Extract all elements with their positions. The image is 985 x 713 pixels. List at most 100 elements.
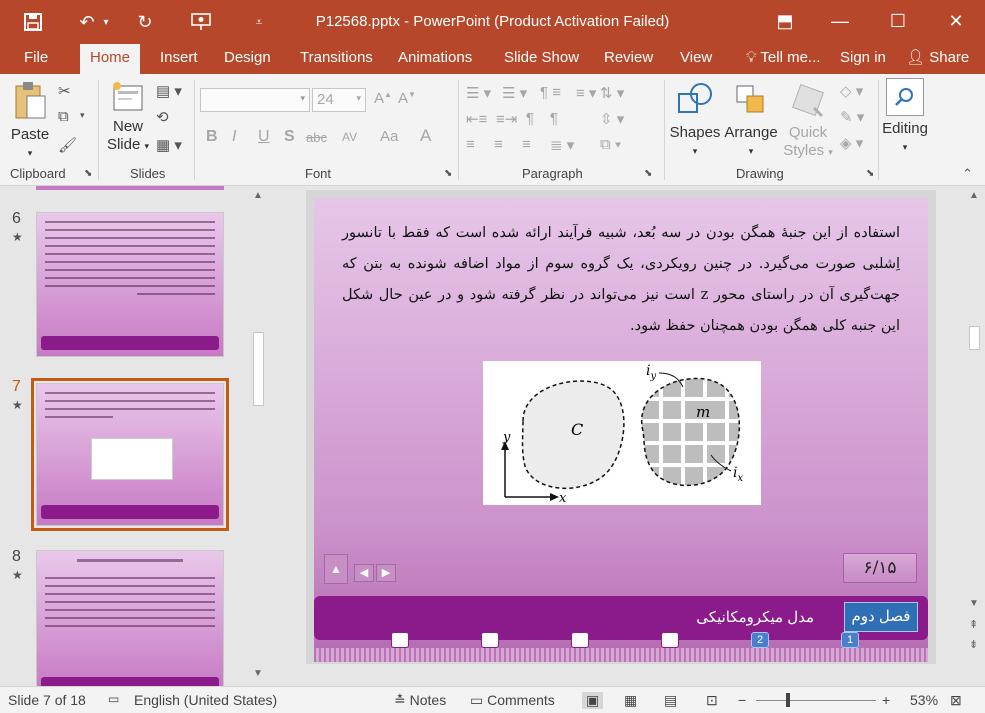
font-size-combobox[interactable]: 24 ▾ (312, 88, 366, 112)
italic-button[interactable]: I (232, 128, 236, 146)
paragraph-mark-icon[interactable]: ¶ (526, 110, 534, 127)
nav-dot[interactable]: 2 (751, 632, 769, 648)
character-spacing-button[interactable]: AV (342, 130, 357, 144)
previous-slide-icon[interactable]: ⇞ (969, 618, 978, 631)
tab-design[interactable]: Design (214, 44, 281, 74)
align-right-icon[interactable]: ≡ (522, 136, 531, 153)
fit-to-window-icon[interactable]: ⊠ (950, 692, 962, 709)
layout-icon[interactable]: ▤ ▾ (156, 82, 182, 100)
numbering-icon[interactable]: ☰ ▾ (502, 84, 527, 102)
next-slide-icon[interactable]: ⇟ (969, 638, 978, 651)
slide-body-text[interactable]: استفاده از این جنبهٔ همگن بودن در سه بُع… (342, 218, 900, 342)
section-icon[interactable]: ▦ ▾ (156, 136, 182, 154)
tab-file[interactable]: File (14, 44, 58, 74)
home-icon[interactable]: ▲ (324, 554, 348, 584)
slide-thumbnail-6[interactable] (36, 212, 224, 357)
dialog-launcher-icon[interactable]: ⬊ (84, 168, 92, 179)
reading-view-icon[interactable]: ▤ (664, 692, 677, 709)
tab-view[interactable]: View (670, 44, 722, 74)
spellcheck-icon[interactable]: ▭ (108, 692, 119, 706)
dialog-launcher-icon[interactable]: ⬊ (444, 168, 452, 179)
scroll-down-icon[interactable]: ▼ (253, 668, 263, 679)
shadow-button[interactable]: S (284, 128, 295, 146)
comments-button[interactable]: ▭ Comments (470, 692, 555, 709)
change-case-button[interactable]: Aa (380, 128, 398, 145)
nav-dot[interactable] (481, 632, 499, 648)
align-center-icon[interactable]: ≡ (494, 136, 503, 153)
zoom-out-icon[interactable]: − (738, 692, 746, 708)
tab-home[interactable]: Home (80, 44, 141, 74)
slide-thumbnail-7[interactable] (31, 378, 229, 531)
format-painter-icon[interactable]: 🖌︎ (58, 136, 77, 154)
nav-dot[interactable] (571, 632, 589, 648)
tab-transitions[interactable]: Transitions (290, 44, 383, 74)
slide-thumbnail-8[interactable] (36, 550, 224, 690)
tell-me-box[interactable]: 💡︎ Tell me... (736, 44, 830, 74)
new-slide-button[interactable]: New Slide ▾ (104, 80, 152, 155)
ltr-icon[interactable]: ¶ (550, 110, 558, 127)
scrollbar-thumb[interactable] (253, 332, 264, 406)
arrange-button[interactable]: Arrange ▾ (722, 80, 780, 160)
zoom-slider-thumb[interactable] (785, 693, 790, 707)
chapter-button[interactable]: فصل دوم (844, 602, 918, 632)
ribbon-display-icon[interactable]: ⬒ (765, 6, 805, 36)
slide-sorter-icon[interactable]: ▦ (624, 692, 637, 709)
grow-font-icon[interactable]: A▲ (374, 90, 392, 107)
zoom-in-icon[interactable]: + (882, 692, 890, 708)
shape-effects-icon[interactable]: ◈ ▾ (840, 134, 863, 152)
copy-icon[interactable]: ⧉ (58, 108, 69, 125)
copy-dropdown-icon[interactable]: ▾ (80, 110, 85, 121)
reset-icon[interactable]: ⟲ (156, 108, 169, 126)
align-text-icon[interactable]: ⇳ ▾ (600, 110, 624, 128)
align-left-icon[interactable]: ≡ (466, 136, 475, 153)
shapes-button[interactable]: Shapes ▾ (668, 80, 722, 160)
justify-icon[interactable]: ≣ ▾ (550, 136, 574, 154)
slide-figure[interactable]: C m iy ix y x (483, 361, 761, 505)
next-slide-icon[interactable]: ▶ (376, 564, 396, 582)
dialog-launcher-icon[interactable]: ⬊ (644, 168, 652, 179)
strikethrough-button[interactable]: abc (306, 130, 327, 145)
nav-dot[interactable] (661, 632, 679, 648)
shrink-font-icon[interactable]: A▼ (398, 90, 416, 107)
notes-button[interactable]: ≛ Notes (394, 692, 446, 709)
underline-button[interactable]: U (258, 128, 270, 146)
collapse-ribbon-icon[interactable]: ⌃ (962, 166, 973, 182)
minimize-button[interactable]: — (820, 6, 860, 36)
slide-canvas[interactable]: استفاده از این جنبهٔ همگن بودن در سه بُع… (314, 198, 928, 662)
paste-button[interactable]: Paste ▾ (8, 80, 52, 162)
thumbnail-scrollbar[interactable]: ▲ ▼ (250, 186, 267, 686)
increase-indent-icon[interactable]: ≡⇥ (496, 110, 517, 128)
share-button[interactable]: 👤︎ Share (896, 44, 979, 74)
bold-button[interactable]: B (206, 128, 218, 146)
prev-slide-icon[interactable]: ◀ (354, 564, 374, 582)
line-spacing-icon[interactable]: ≡ ▾ (576, 84, 596, 102)
quick-styles-button[interactable]: Quick Styles ▾ (780, 80, 836, 161)
nav-dot[interactable]: 1 (841, 632, 859, 648)
tab-slide-show[interactable]: Slide Show (494, 44, 589, 74)
zoom-slider-track[interactable] (756, 693, 876, 707)
editing-button[interactable]: Editing ▾ (880, 78, 930, 156)
shape-fill-icon[interactable]: ◇ ▾ (840, 82, 863, 100)
font-color-button[interactable]: A (420, 126, 431, 146)
scrollbar-thumb[interactable] (969, 326, 980, 350)
dialog-launcher-icon[interactable]: ⬊ (866, 168, 874, 179)
text-direction-icon[interactable]: ⇅ ▾ (600, 84, 624, 102)
close-button[interactable]: ✕ (936, 6, 976, 36)
shape-outline-icon[interactable]: ✎ ▾ (840, 108, 864, 126)
cut-icon[interactable]: ✂ (58, 82, 71, 100)
scroll-up-icon[interactable]: ▲ (253, 190, 263, 201)
normal-view-icon[interactable]: ▣ (582, 692, 604, 709)
rtl-icon[interactable]: ¶ ≡ (540, 84, 561, 101)
language-indicator[interactable]: English (United States) (134, 692, 277, 708)
maximize-button[interactable]: ☐ (878, 6, 918, 36)
bullets-icon[interactable]: ☰ ▾ (466, 84, 491, 102)
scroll-down-icon[interactable]: ▼ (969, 598, 979, 609)
sign-in-link[interactable]: Sign in (830, 44, 896, 74)
tab-review[interactable]: Review (594, 44, 663, 74)
zoom-level[interactable]: 53% (910, 692, 938, 708)
editor-scrollbar[interactable]: ▲ ▼ ⇞ ⇟ (966, 186, 983, 686)
decrease-indent-icon[interactable]: ⇤≡ (466, 110, 487, 128)
scroll-up-icon[interactable]: ▲ (969, 190, 979, 201)
tab-animations[interactable]: Animations (388, 44, 482, 74)
smartart-icon[interactable]: ⧉ ▾ (600, 136, 621, 153)
